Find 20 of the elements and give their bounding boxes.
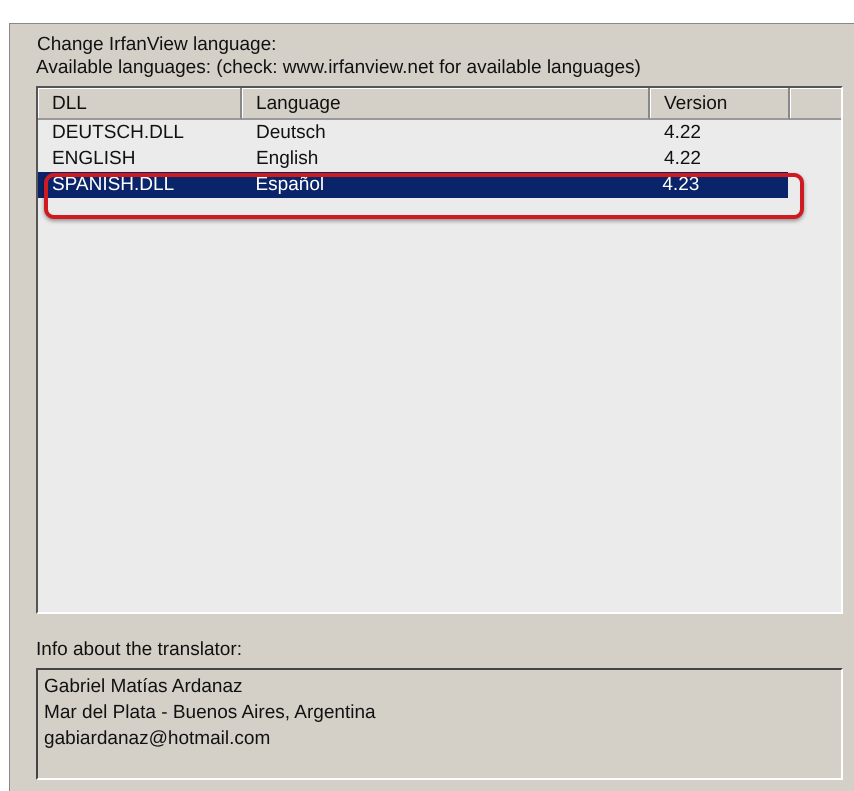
column-header[interactable]: DLL (38, 88, 242, 120)
column-header[interactable]: Language (242, 88, 650, 120)
table-cell-text: 4.22 (663, 121, 702, 145)
table-cell-text: Deutsch (255, 121, 327, 145)
table-cell-text: SPANISH.DLL (51, 173, 176, 197)
info-line: gabiardanaz@hotmail.com (44, 727, 272, 751)
table-cell-text: ENGLISH (51, 147, 136, 171)
table-cell-text: 4.23 (661, 173, 700, 197)
table-cell-text: 4.22 (663, 147, 702, 171)
table-cell-text: English (255, 147, 320, 171)
languages-label: Available languages: (check: www.irfanview.net for available languages) (36, 56, 642, 80)
language-row[interactable]: DEUTSCH.DLL Deutsch 4.22 (38, 120, 841, 146)
column-header[interactable]: Version (650, 88, 790, 120)
language-row[interactable]: ENGLISH English 4.22 (38, 146, 841, 172)
table-cell-text: DEUTSCH.DLL (51, 121, 185, 145)
language-list[interactable]: DLL Language Version DEUTSCH.DLL Deutsch 4.22 ENGLISH English 4.22 SPANISH.DLL Español 4.23 (36, 86, 843, 614)
info-line: Mar del Plata - Buenos Aires, Argentina (44, 701, 377, 725)
info-line: Gabriel Matías Ardanaz (44, 675, 244, 699)
table-cell-text: Español (254, 173, 326, 197)
info-label: Info about the translator: (36, 638, 243, 662)
